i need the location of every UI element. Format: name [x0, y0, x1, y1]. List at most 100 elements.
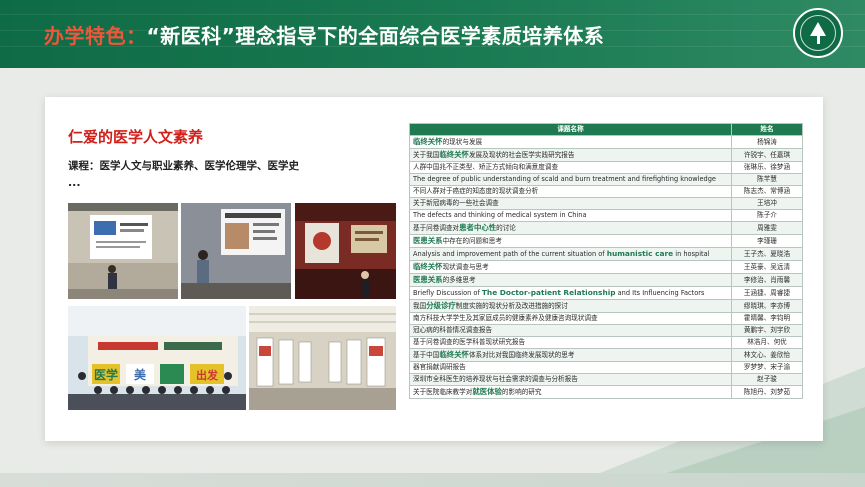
- section-title: 仁爱的医学人文素养: [68, 128, 204, 146]
- course-text: 基于问卷调查的医学科普现状研究报告: [413, 338, 526, 346]
- course-text: 关于新冠病毒的一些社会调查: [413, 199, 499, 207]
- course-text: Briefly Discussion of: [413, 289, 482, 297]
- course-cell: 南方科技大学学生及其家庭成员的健康素养及健康咨询现状调查: [409, 312, 732, 325]
- course-text: 人群中国兆不正类型、矫正方式倾向和满意度调查: [413, 163, 559, 171]
- author-cell: 王培冲: [731, 197, 803, 210]
- course-cell: 关于医院临床教学对就医体验的影响的研究: [409, 385, 732, 399]
- banner-text-3: 出发: [196, 368, 219, 382]
- page-title: 办学特色：“新医科”理念指导下的全面综合医学素质培养体系: [44, 20, 604, 49]
- table-row: The defects and thinking of medical syst…: [409, 209, 803, 222]
- course-text: 体系对比对我国临终发展现状的思考: [468, 351, 575, 359]
- course-cell: 深圳市全科医生的培养现状与社会需求的调查与分析报告: [409, 373, 732, 386]
- column-header-name: 姓名: [731, 123, 803, 136]
- table-row: 医患关系中存在的问题和思考 李瑾珊: [409, 234, 803, 248]
- course-text: The degree of public understanding of sc…: [413, 175, 716, 183]
- course-keyword: 临终关怀: [439, 350, 469, 359]
- table-row: 我国分级诊疗制度实施的现状分析及改进措施的探讨 缪晓琪、李亦博: [409, 299, 803, 313]
- course-text: 关于我国: [413, 151, 440, 159]
- table-row: Briefly Discussion of The Doctor-patient…: [409, 286, 803, 300]
- course-cell: 医患关系中存在的问题和思考: [409, 234, 732, 248]
- course-text: 的多维思考: [442, 276, 476, 284]
- author-cell: 陈子介: [731, 209, 803, 222]
- course-text: 关于医院临床教学对: [413, 388, 473, 396]
- course-cell: 基于问卷调查对患者中心性的讨论: [409, 221, 732, 235]
- course-text: The defects and thinking of medical syst…: [413, 211, 587, 219]
- table-row: 基于问卷调查对患者中心性的讨论 周雅雯: [409, 221, 803, 235]
- course-keyword: 分级诊疗: [426, 301, 456, 310]
- author-cell: 缪晓琪、李亦博: [731, 299, 803, 313]
- author-cell: 王英豪、吴远清: [731, 260, 803, 274]
- table-row: 深圳市全科医生的培养现状与社会需求的调查与分析报告 赵子骏: [409, 373, 803, 386]
- course-text: 基于中国: [413, 351, 440, 359]
- course-text: 现状调查与思考: [442, 263, 489, 271]
- group-photo: 医学 美 出发: [68, 306, 246, 410]
- banner-text-1: 医学: [94, 367, 118, 382]
- course-cell: 基于问卷调查的医学科普现状研究报告: [409, 336, 732, 349]
- course-text: 基于问卷调查对: [413, 224, 460, 232]
- author-cell: 林浩月、何优: [731, 336, 803, 349]
- course-text: 中存在的问题和思考: [442, 237, 502, 245]
- table-row: The degree of public understanding of sc…: [409, 173, 803, 186]
- author-cell: 赵子骏: [731, 373, 803, 386]
- author-cell: 陈旭丹、刘梦茹: [731, 385, 803, 399]
- course-cell: 基于中国临终关怀体系对比对我国临终发展现状的思考: [409, 348, 732, 362]
- course-cell: 人群中国兆不正类型、矫正方式倾向和满意度调查: [409, 161, 732, 174]
- author-cell: 林文心、姜欣怡: [731, 348, 803, 362]
- course-text: and Its Influencing Factors: [615, 289, 705, 297]
- author-cell: 罗梦梦、宋子渝: [731, 361, 803, 374]
- author-cell: 李瑾珊: [731, 234, 803, 248]
- course-cell: The degree of public understanding of sc…: [409, 173, 732, 186]
- author-cell: 杨锦涛: [731, 135, 803, 149]
- lecture-photo-3: [295, 203, 396, 299]
- course-text: 器官捐献调研报告: [413, 363, 466, 371]
- table-row: 基于问卷调查的医学科普现状研究报告 林浩月、何优: [409, 336, 803, 349]
- page-title-main: “新医科”理念指导下的全面综合医学素质培养体系: [146, 24, 605, 48]
- bottom-band: [0, 473, 865, 487]
- author-cell: 陈芊慧: [731, 173, 803, 186]
- table-row: 临终关怀现状调查与思考 王英豪、吴远清: [409, 260, 803, 274]
- course-keyword: 患者中心性: [459, 223, 497, 232]
- table-row: 临终关怀的现状与发展 杨锦涛: [409, 135, 803, 149]
- course-text: 的影响的研究: [501, 388, 542, 396]
- course-text: 深圳市全科医生的培养现状与社会需求的调查与分析报告: [413, 375, 578, 383]
- author-cell: 张琳乐、徐梦涵: [731, 161, 803, 174]
- page-title-prefix: 办学特色：: [44, 24, 147, 48]
- course-cell: 不同人群对于癌症的知态度的现状调查分析: [409, 185, 732, 198]
- course-text: 发展及现状的社会医学实践研究报告: [468, 151, 575, 159]
- author-cell: 周雅雯: [731, 221, 803, 235]
- lecture-photo-1: [68, 203, 178, 299]
- course-text: 的现状与发展: [442, 138, 483, 146]
- course-text: 南方科技大学学生及其家庭成员的健康素养及健康咨询现状调查: [413, 314, 598, 322]
- course-keyword: humanistic care: [606, 249, 674, 258]
- course-cell: 临终关怀的现状与发展: [409, 135, 732, 149]
- table-row: 关于我国临终关怀发展及现状的社会医学实践研究报告 许锐宇、任嘉琪: [409, 148, 803, 162]
- course-cell: Analysis and improvement path of the cur…: [409, 247, 732, 261]
- column-header-course: 课题名称: [409, 123, 732, 136]
- course-cell: The defects and thinking of medical syst…: [409, 209, 732, 222]
- course-keyword: 临终关怀: [413, 137, 443, 146]
- course-keyword: 医患关系: [413, 236, 443, 245]
- course-text: 不同人群对于癌症的知态度的现状调查分析: [413, 187, 539, 195]
- course-text: 制度实施的现状分析及改进措施的探讨: [455, 302, 568, 310]
- course-text: 我国: [413, 302, 427, 310]
- course-cell: 临终关怀现状调查与思考: [409, 260, 732, 274]
- table-row: Analysis and improvement path of the cur…: [409, 247, 803, 261]
- table-row: 基于中国临终关怀体系对比对我国临终发展现状的思考 林文心、姜欣怡: [409, 348, 803, 362]
- table-header-row: 课题名称 姓名: [409, 123, 803, 136]
- course-cell: 冠心病的科普情况调查报告: [409, 324, 732, 337]
- table-row: 器官捐献调研报告 罗梦梦、宋子渝: [409, 361, 803, 374]
- header-bar: 办学特色：“新医科”理念指导下的全面综合医学素质培养体系: [0, 0, 865, 68]
- lecture-photo-2: [181, 203, 291, 299]
- table-row: 医患关系的多维思考 李修治、肖雨馨: [409, 273, 803, 287]
- course-keyword: 临终关怀: [439, 150, 469, 159]
- table-row: 人群中国兆不正类型、矫正方式倾向和满意度调查 张琳乐、徐梦涵: [409, 161, 803, 174]
- author-cell: 王涵捷、周睿捷: [731, 286, 803, 300]
- author-cell: 李修治、肖雨馨: [731, 273, 803, 287]
- research-topic-table: 课题名称 姓名 临终关怀的现状与发展 杨锦涛 关于我国临终关怀发展及现状的社会医学实…: [409, 123, 803, 399]
- table-row: 关于医院临床教学对就医体验的影响的研究 陈旭丹、刘梦茹: [409, 385, 803, 399]
- author-cell: 王子杰、夏晓浩: [731, 247, 803, 261]
- course-keyword: The Doctor-patient Relationship: [481, 288, 616, 297]
- course-cell: 医患关系的多维思考: [409, 273, 732, 287]
- course-cell: 我国分级诊疗制度实施的现状分析及改进措施的探讨: [409, 299, 732, 313]
- course-cell: 关于我国临终关怀发展及现状的社会医学实践研究报告: [409, 148, 732, 162]
